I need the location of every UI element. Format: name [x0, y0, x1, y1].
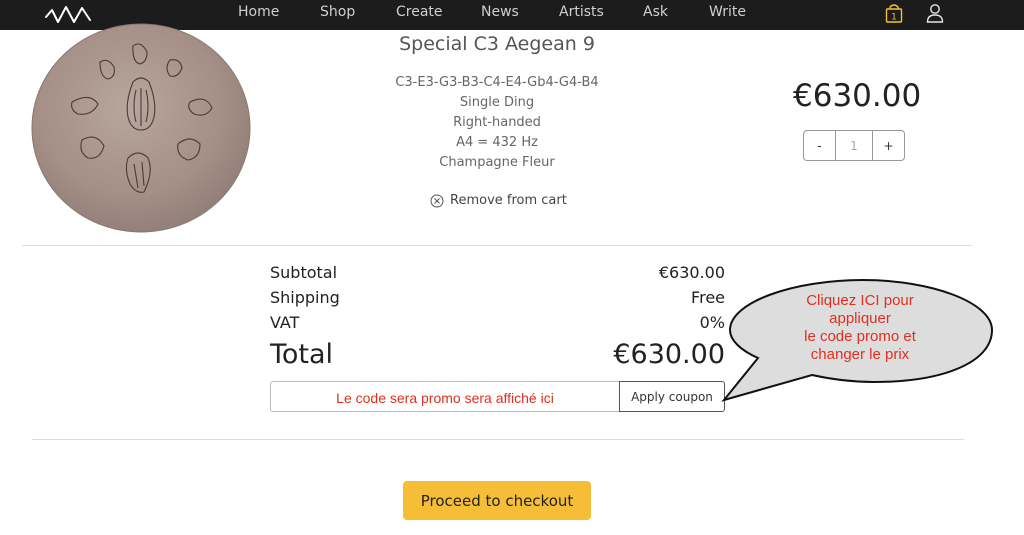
callout-line: appliquer: [829, 310, 891, 327]
remove-label: Remove from cart: [450, 193, 567, 208]
coupon-annotation: Le code sera promo sera affiché ici: [336, 390, 554, 406]
remove-from-cart-link[interactable]: Remove from cart: [430, 193, 567, 208]
user-account-icon[interactable]: [926, 3, 944, 23]
nav-home[interactable]: Home: [238, 4, 279, 20]
product-price: €630.00: [793, 78, 922, 114]
nav-write[interactable]: Write: [709, 4, 746, 20]
callout-line: changer le prix: [810, 346, 910, 363]
cart-count: 1: [891, 13, 897, 23]
product-title[interactable]: Special C3 Aegean 9: [380, 33, 614, 55]
nav-ask[interactable]: Ask: [643, 4, 668, 20]
product-tuning: A4 = 432 Hz: [456, 135, 538, 150]
product-finish: Champagne Fleur: [439, 155, 555, 170]
close-circle-icon: [430, 194, 444, 207]
nav-artists[interactable]: Artists: [559, 4, 604, 20]
total-label: Total: [270, 339, 334, 370]
product-ding: Single Ding: [459, 95, 535, 110]
quantity-decrease-button[interactable]: -: [804, 131, 836, 160]
nav-create[interactable]: Create: [396, 4, 443, 20]
quantity-stepper: - 1 +: [803, 130, 905, 161]
product-notes: C3-E3-G3-B3-C4-E4-Gb4-G4-B4: [395, 75, 599, 90]
product-hand: Right-handed: [453, 115, 541, 130]
nav-news[interactable]: News: [481, 4, 519, 20]
quantity-increase-button[interactable]: +: [872, 131, 904, 160]
quantity-input[interactable]: 1: [836, 131, 872, 160]
product-handpan-image: [31, 23, 251, 233]
callout-line: Cliquez ICI pour: [806, 292, 914, 309]
shipping-label: Shipping: [270, 288, 340, 307]
cart-bag-icon[interactable]: 1: [885, 3, 903, 23]
vat-label: VAT: [270, 313, 300, 332]
callout-line: le code promo et: [804, 328, 916, 345]
proceed-to-checkout-button[interactable]: Proceed to checkout: [403, 481, 591, 520]
nav-shop[interactable]: Shop: [320, 4, 355, 20]
divider: [32, 439, 964, 440]
callout-text: Cliquez ICI pour appliquer le code promo…: [760, 292, 960, 364]
divider: [22, 245, 972, 246]
subtotal-label: Subtotal: [270, 263, 338, 282]
